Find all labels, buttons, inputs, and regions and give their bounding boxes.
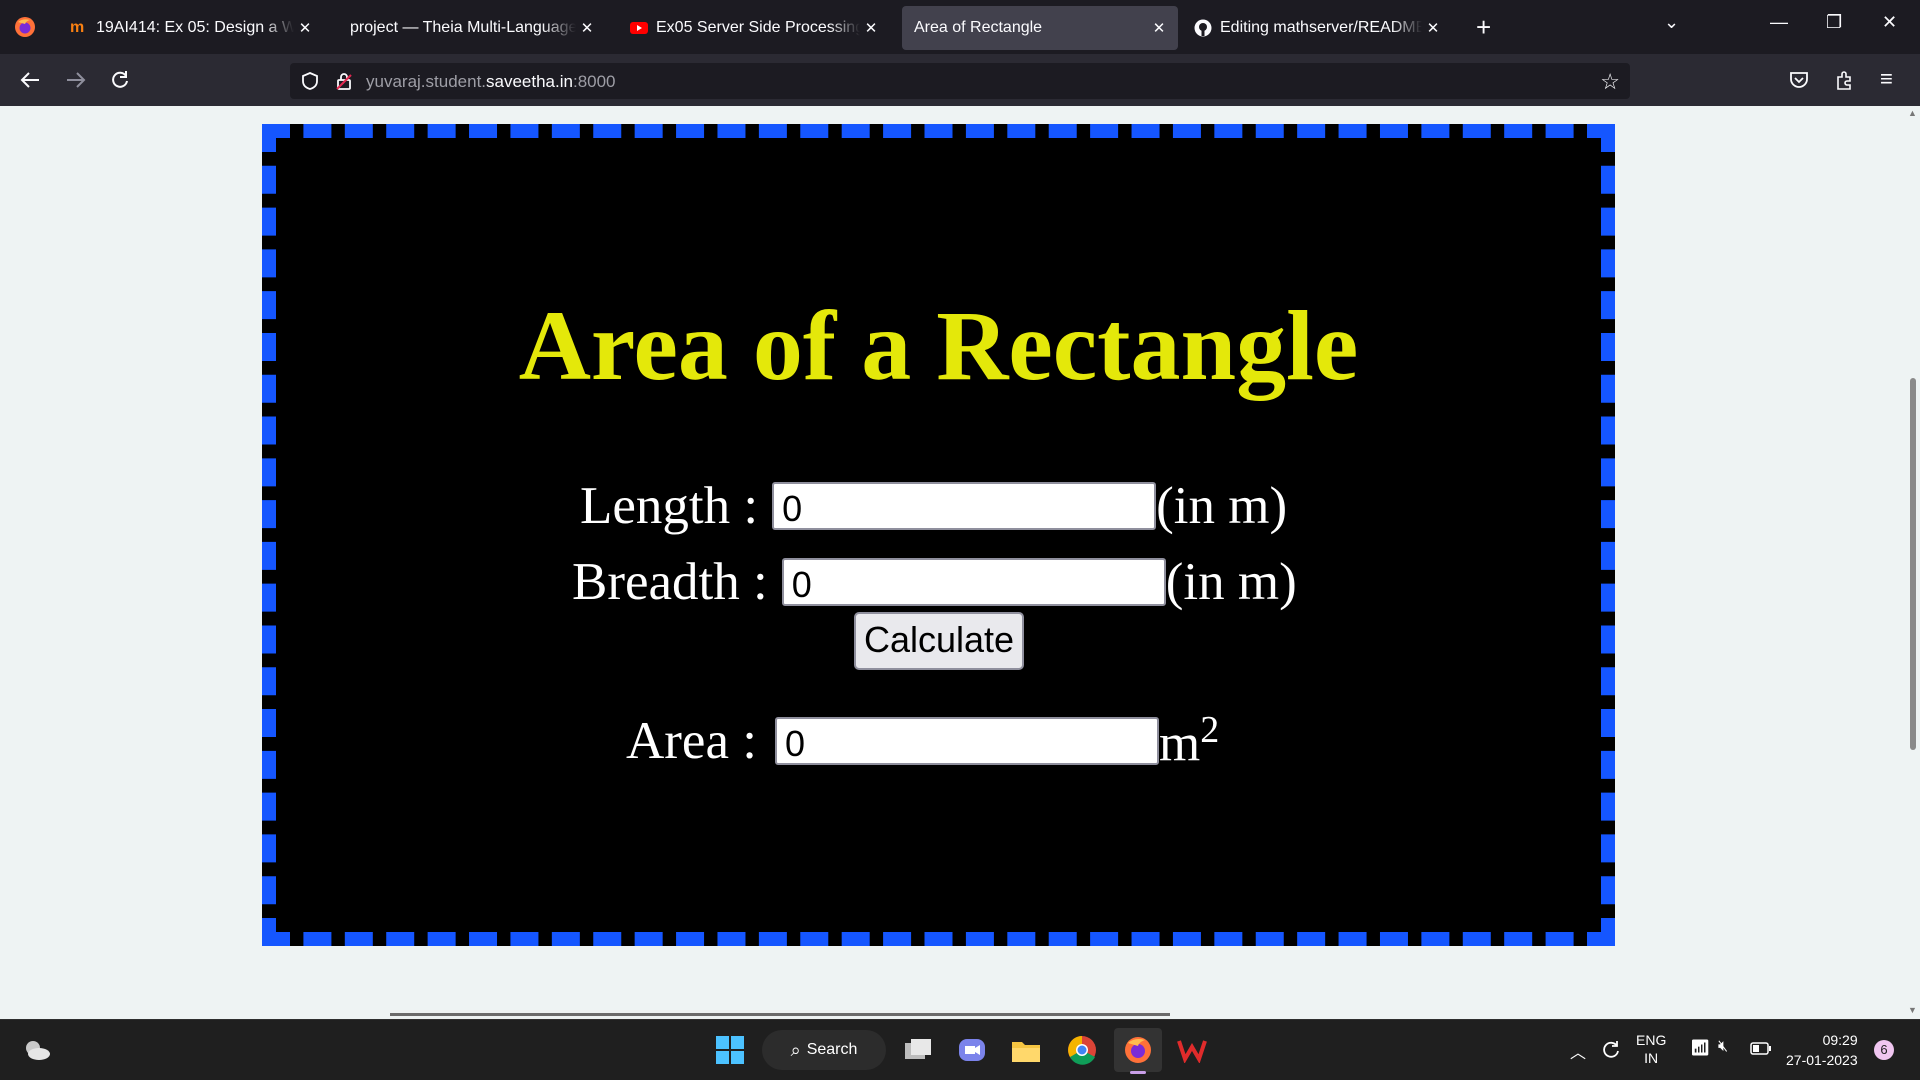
close-window-icon[interactable]: ✕ [1882,12,1897,33]
language-code: ENG [1636,1032,1667,1048]
length-row: Length : 0 (in m) [580,476,1287,536]
close-tab-icon[interactable]: ✕ [1426,19,1440,37]
show-hidden-icons-icon[interactable]: ︿ [1570,1039,1586,1063]
length-input[interactable]: 0 [772,482,1157,530]
notification-badge[interactable]: 6 [1874,1040,1894,1060]
close-tab-icon[interactable]: ✕ [864,19,878,37]
firefox-taskbar-icon[interactable] [1114,1028,1162,1074]
calculator-card: Area of a Rectangle Length : 0 (in m) Br… [262,124,1615,946]
taskbar-search[interactable]: ⌕ Search [762,1030,886,1070]
area-unit: m2 [1159,708,1219,774]
calculate-button[interactable]: Calculate [854,612,1024,670]
area-unit-base: m [1158,714,1201,773]
url-domain: saveetha.in [486,72,573,91]
tab-moodle[interactable]: m 19AI414: Ex 05: Design a Website ✕ [58,6,324,50]
chrome-icon[interactable] [1064,1032,1100,1068]
close-tab-icon[interactable]: ✕ [1152,19,1166,37]
wifi-icon[interactable]: 📶︎ [1690,1038,1710,1058]
extensions-icon[interactable] [1834,69,1856,91]
breadth-label: Breadth : [572,553,768,611]
new-tab-icon[interactable]: + [1476,12,1491,43]
minimize-icon[interactable]: — [1770,12,1788,33]
tab-youtube[interactable]: Ex05 Server Side Processing - YouTube ✕ [618,6,890,50]
forward-icon[interactable] [62,66,90,94]
teams-chat-icon[interactable] [954,1032,990,1068]
scrollbar-thumb[interactable] [1910,378,1916,750]
scroll-up-icon[interactable]: ▲ [1908,108,1917,118]
clock-time: 09:29 [1822,1032,1858,1048]
bookmark-star-icon[interactable]: ☆ [1600,69,1620,95]
tab-title: Ex05 Server Side Processing - YouTube [656,19,860,36]
tab-title: 19AI414: Ex 05: Design a Website [96,19,294,36]
area-label: Area : [626,711,757,770]
search-icon: ⌕ [790,1039,801,1060]
close-tab-icon[interactable]: ✕ [298,19,312,37]
navigation-bar: yuvaraj.student.saveetha.in:8000 ☆ ≡ [0,54,1920,106]
length-label: Length : [580,477,759,535]
tab-github-readme[interactable]: Editing mathserver/README.md ✕ [1182,6,1452,50]
breadth-row: Breadth : 0 (in m) [572,552,1297,612]
region-code: IN [1644,1050,1659,1066]
breadth-input[interactable]: 0 [781,558,1166,606]
scroll-down-icon[interactable]: ▼ [1908,1005,1917,1015]
tab-theia-project[interactable]: project — Theia Multi-Language Ex ✕ [338,6,606,50]
breadth-unit: (in m) [1165,553,1297,611]
address-bar[interactable]: yuvaraj.student.saveetha.in:8000 ☆ [290,63,1630,99]
github-icon [1194,19,1212,37]
shield-icon[interactable] [300,71,320,91]
moodle-icon: m [70,19,85,36]
list-all-tabs-icon[interactable]: ⌄ [1664,12,1679,33]
area-row: Area : 0 m2 [626,708,1219,774]
horizontal-scrollbar[interactable] [390,1013,1170,1016]
battery-icon[interactable] [1750,1041,1772,1057]
speaker-muted-icon[interactable]: 🔇︎ [1718,1038,1728,1056]
language-indicator[interactable]: ENG IN [1636,1031,1666,1067]
firefox-menu-icon[interactable] [14,16,36,38]
youtube-icon [630,22,648,34]
area-unit-exponent: 2 [1200,709,1220,751]
clock[interactable]: 09:29 27-01-2023 [1786,1030,1858,1070]
close-tab-icon[interactable]: ✕ [580,19,594,37]
restore-icon[interactable]: ❐ [1826,12,1842,33]
hamburger-menu-icon[interactable]: ≡ [1880,66,1893,92]
task-view-icon[interactable] [900,1032,936,1068]
area-output[interactable]: 0 [774,716,1159,765]
file-explorer-icon[interactable] [1008,1032,1044,1068]
weather-icon[interactable] [22,1037,52,1063]
insecure-lock-icon[interactable] [334,71,354,91]
search-label: Search [806,1041,858,1058]
url-text[interactable]: yuvaraj.student.saveetha.in:8000 [366,72,616,92]
tab-area-of-rectangle[interactable]: Area of Rectangle ✕ [902,6,1178,50]
wps-office-icon[interactable] [1174,1032,1210,1068]
length-unit: (in m) [1156,477,1288,535]
tab-title: project — Theia Multi-Language Ex [350,19,576,36]
sync-icon[interactable] [1600,1039,1622,1061]
tab-strip: m 19AI414: Ex 05: Design a Website ✕ pro… [0,0,1920,54]
tab-title: Editing mathserver/README.md [1220,19,1422,36]
clock-date: 27-01-2023 [1786,1052,1858,1068]
page-viewport: Area of a Rectangle Length : 0 (in m) Br… [0,106,1920,1019]
taskbar: ⌕ Search ︿ ENG IN 📶︎ 🔇︎ 09:29 27-01-2023… [0,1019,1920,1080]
reload-icon[interactable] [106,66,134,94]
url-prefix: yuvaraj.student. [366,72,487,91]
tab-title: Area of Rectangle [914,19,1043,36]
back-icon[interactable] [16,66,44,94]
page-title: Area of a Rectangle [518,290,1359,401]
active-app-indicator [1130,1071,1146,1074]
start-icon[interactable] [712,1032,748,1068]
url-suffix: :8000 [572,72,616,91]
vertical-scrollbar[interactable]: ▲ ▼ [1906,106,1920,1019]
pocket-icon[interactable] [1788,69,1810,91]
